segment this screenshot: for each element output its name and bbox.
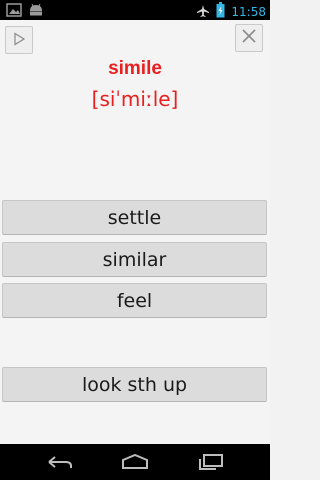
close-button[interactable] xyxy=(235,24,263,52)
recent-apps-icon[interactable] xyxy=(198,454,224,474)
play-audio-button[interactable] xyxy=(5,26,33,54)
close-icon xyxy=(241,28,257,48)
back-icon[interactable] xyxy=(46,454,74,474)
airplane-icon xyxy=(196,3,210,22)
home-icon[interactable] xyxy=(121,453,149,474)
navigation-bar xyxy=(0,444,270,480)
answer-option-button[interactable]: settle xyxy=(2,200,267,235)
status-time: 11:58 xyxy=(231,5,266,19)
answer-option-button[interactable]: similar xyxy=(2,242,267,277)
play-icon xyxy=(12,31,26,50)
battery-charging-icon xyxy=(216,2,225,22)
flashcard-phonetic: [siˈmiːle] xyxy=(91,87,179,111)
answer-option-button[interactable]: feel xyxy=(2,283,267,318)
android-icon xyxy=(28,3,44,17)
look-up-button[interactable]: look sth up xyxy=(2,367,267,402)
status-bar: 11:58 xyxy=(0,0,270,20)
image-icon xyxy=(6,3,22,17)
flashcard-word: simile xyxy=(108,58,162,79)
flashcard-screen: simile [siˈmiːle] settle similar feel lo… xyxy=(0,20,270,444)
